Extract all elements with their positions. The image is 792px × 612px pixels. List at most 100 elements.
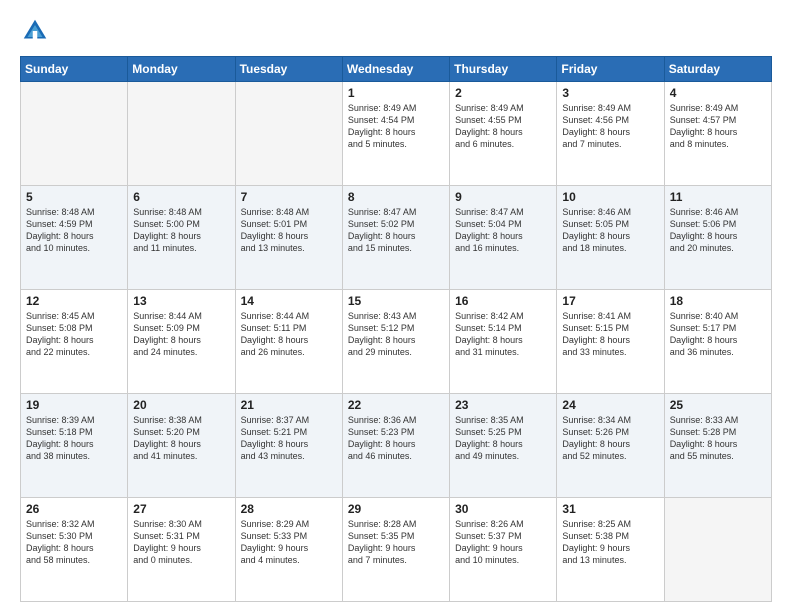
day-cell: 29 Sunrise: 8:28 AM Sunset: 5:35 PM Dayli… [342, 498, 449, 602]
day-info: Sunrise: 8:47 AM Sunset: 5:04 PM Dayligh… [455, 206, 551, 255]
weekday-header-wednesday: Wednesday [342, 57, 449, 82]
day-info: Sunrise: 8:48 AM Sunset: 5:01 PM Dayligh… [241, 206, 337, 255]
day-info: Sunrise: 8:40 AM Sunset: 5:17 PM Dayligh… [670, 310, 766, 359]
day-number: 18 [670, 294, 766, 308]
day-cell [128, 82, 235, 186]
day-number: 2 [455, 86, 551, 100]
day-info: Sunrise: 8:37 AM Sunset: 5:21 PM Dayligh… [241, 414, 337, 463]
day-number: 6 [133, 190, 229, 204]
day-number: 14 [241, 294, 337, 308]
day-cell: 31 Sunrise: 8:25 AM Sunset: 5:38 PM Dayli… [557, 498, 664, 602]
day-info: Sunrise: 8:38 AM Sunset: 5:20 PM Dayligh… [133, 414, 229, 463]
day-info: Sunrise: 8:42 AM Sunset: 5:14 PM Dayligh… [455, 310, 551, 359]
day-number: 22 [348, 398, 444, 412]
day-cell: 4 Sunrise: 8:49 AM Sunset: 4:57 PM Daylig… [664, 82, 771, 186]
day-number: 27 [133, 502, 229, 516]
day-cell [235, 82, 342, 186]
day-info: Sunrise: 8:34 AM Sunset: 5:26 PM Dayligh… [562, 414, 658, 463]
day-cell: 27 Sunrise: 8:30 AM Sunset: 5:31 PM Dayli… [128, 498, 235, 602]
day-cell: 15 Sunrise: 8:43 AM Sunset: 5:12 PM Dayli… [342, 290, 449, 394]
day-number: 13 [133, 294, 229, 308]
day-number: 7 [241, 190, 337, 204]
day-info: Sunrise: 8:49 AM Sunset: 4:57 PM Dayligh… [670, 102, 766, 151]
day-cell: 13Sunrise: 8:44 AM Sunset: 5:09 PM Dayli… [128, 290, 235, 394]
day-number: 24 [562, 398, 658, 412]
day-info: Sunrise: 8:43 AM Sunset: 5:12 PM Dayligh… [348, 310, 444, 359]
week-row-1: 5Sunrise: 8:48 AM Sunset: 4:59 PM Daylig… [21, 186, 772, 290]
day-info: Sunrise: 8:48 AM Sunset: 4:59 PM Dayligh… [26, 206, 122, 255]
day-cell: 12 Sunrise: 8:45 AM Sunset: 5:08 PM Dayli… [21, 290, 128, 394]
weekday-header-thursday: Thursday [450, 57, 557, 82]
weekday-header-friday: Friday [557, 57, 664, 82]
day-cell: 9 Sunrise: 8:47 AM Sunset: 5:04 PM Daylig… [450, 186, 557, 290]
day-info: Sunrise: 8:29 AM Sunset: 5:33 PM Dayligh… [241, 518, 337, 567]
weekday-header-monday: Monday [128, 57, 235, 82]
day-number: 19 [26, 398, 122, 412]
day-cell: 30 Sunrise: 8:26 AM Sunset: 5:37 PM Dayli… [450, 498, 557, 602]
day-cell: 18 Sunrise: 8:40 AM Sunset: 5:17 PM Dayli… [664, 290, 771, 394]
day-info: Sunrise: 8:32 AM Sunset: 5:30 PM Dayligh… [26, 518, 122, 567]
day-number: 15 [348, 294, 444, 308]
day-info: Sunrise: 8:25 AM Sunset: 5:38 PM Dayligh… [562, 518, 658, 567]
calendar: SundayMondayTuesdayWednesdayThursdayFrid… [20, 56, 772, 602]
day-info: Sunrise: 8:33 AM Sunset: 5:28 PM Dayligh… [670, 414, 766, 463]
page: SundayMondayTuesdayWednesdayThursdayFrid… [0, 0, 792, 612]
week-row-3: 19 Sunrise: 8:39 AM Sunset: 5:18 PM Dayli… [21, 394, 772, 498]
day-cell: 6 Sunrise: 8:48 AM Sunset: 5:00 PM Daylig… [128, 186, 235, 290]
week-row-0: 1Sunrise: 8:49 AM Sunset: 4:54 PM Daylig… [21, 82, 772, 186]
day-number: 23 [455, 398, 551, 412]
day-cell [664, 498, 771, 602]
day-number: 12 [26, 294, 122, 308]
day-info: Sunrise: 8:30 AM Sunset: 5:31 PM Dayligh… [133, 518, 229, 567]
weekday-header-sunday: Sunday [21, 57, 128, 82]
day-number: 28 [241, 502, 337, 516]
day-cell: 8 Sunrise: 8:47 AM Sunset: 5:02 PM Daylig… [342, 186, 449, 290]
day-info: Sunrise: 8:49 AM Sunset: 4:55 PM Dayligh… [455, 102, 551, 151]
day-number: 29 [348, 502, 444, 516]
day-cell: 25 Sunrise: 8:33 AM Sunset: 5:28 PM Dayli… [664, 394, 771, 498]
day-info: Sunrise: 8:26 AM Sunset: 5:37 PM Dayligh… [455, 518, 551, 567]
day-info: Sunrise: 8:49 AM Sunset: 4:56 PM Dayligh… [562, 102, 658, 151]
day-cell: 3 Sunrise: 8:49 AM Sunset: 4:56 PM Daylig… [557, 82, 664, 186]
day-cell: 24 Sunrise: 8:34 AM Sunset: 5:26 PM Dayli… [557, 394, 664, 498]
day-cell [21, 82, 128, 186]
header [20, 16, 772, 46]
weekday-header-tuesday: Tuesday [235, 57, 342, 82]
day-cell: 23 Sunrise: 8:35 AM Sunset: 5:25 PM Dayli… [450, 394, 557, 498]
logo-icon [20, 16, 50, 46]
day-cell: 22 Sunrise: 8:36 AM Sunset: 5:23 PM Dayli… [342, 394, 449, 498]
day-cell: 14Sunrise: 8:44 AM Sunset: 5:11 PM Dayli… [235, 290, 342, 394]
day-number: 20 [133, 398, 229, 412]
day-info: Sunrise: 8:45 AM Sunset: 5:08 PM Dayligh… [26, 310, 122, 359]
day-info: Sunrise: 8:48 AM Sunset: 5:00 PM Dayligh… [133, 206, 229, 255]
day-cell: 2 Sunrise: 8:49 AM Sunset: 4:55 PM Daylig… [450, 82, 557, 186]
day-number: 8 [348, 190, 444, 204]
day-cell: 11Sunrise: 8:46 AM Sunset: 5:06 PM Dayli… [664, 186, 771, 290]
week-row-4: 26Sunrise: 8:32 AM Sunset: 5:30 PM Dayli… [21, 498, 772, 602]
day-number: 9 [455, 190, 551, 204]
day-cell: 5Sunrise: 8:48 AM Sunset: 4:59 PM Daylig… [21, 186, 128, 290]
day-info: Sunrise: 8:47 AM Sunset: 5:02 PM Dayligh… [348, 206, 444, 255]
day-cell: 28 Sunrise: 8:29 AM Sunset: 5:33 PM Dayli… [235, 498, 342, 602]
day-cell: 7 Sunrise: 8:48 AM Sunset: 5:01 PM Daylig… [235, 186, 342, 290]
day-number: 10 [562, 190, 658, 204]
week-row-2: 12 Sunrise: 8:45 AM Sunset: 5:08 PM Dayli… [21, 290, 772, 394]
day-info: Sunrise: 8:36 AM Sunset: 5:23 PM Dayligh… [348, 414, 444, 463]
day-number: 4 [670, 86, 766, 100]
weekday-header-saturday: Saturday [664, 57, 771, 82]
day-cell: 19 Sunrise: 8:39 AM Sunset: 5:18 PM Dayli… [21, 394, 128, 498]
day-number: 1 [348, 86, 444, 100]
day-number: 30 [455, 502, 551, 516]
day-info: Sunrise: 8:46 AM Sunset: 5:05 PM Dayligh… [562, 206, 658, 255]
logo [20, 16, 54, 46]
day-info: Sunrise: 8:35 AM Sunset: 5:25 PM Dayligh… [455, 414, 551, 463]
day-info: Sunrise: 8:28 AM Sunset: 5:35 PM Dayligh… [348, 518, 444, 567]
day-cell: 21 Sunrise: 8:37 AM Sunset: 5:21 PM Dayli… [235, 394, 342, 498]
day-number: 25 [670, 398, 766, 412]
day-number: 31 [562, 502, 658, 516]
day-cell: 16Sunrise: 8:42 AM Sunset: 5:14 PM Dayli… [450, 290, 557, 394]
weekday-header-row: SundayMondayTuesdayWednesdayThursdayFrid… [21, 57, 772, 82]
day-number: 3 [562, 86, 658, 100]
day-info: Sunrise: 8:39 AM Sunset: 5:18 PM Dayligh… [26, 414, 122, 463]
day-number: 21 [241, 398, 337, 412]
